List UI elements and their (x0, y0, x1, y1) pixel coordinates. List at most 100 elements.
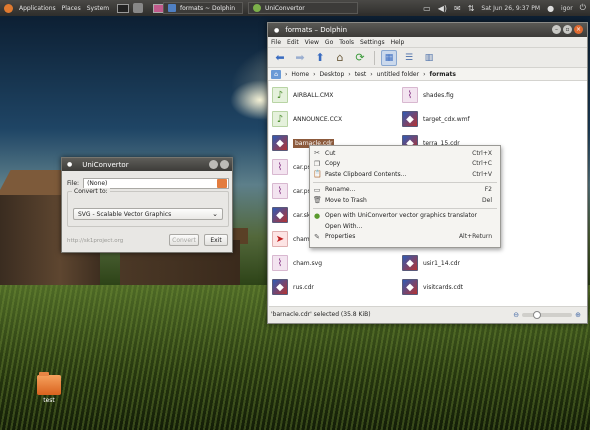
menu-item-move-to-trash[interactable]: 🗑 Move to Trash Del (310, 195, 500, 206)
menu-item-cut[interactable]: ✂ Cut Ctrl+X (310, 148, 500, 159)
menu-item-properties[interactable]: ✎ Properties Alt+Return (310, 232, 500, 243)
task-uniconvertor[interactable]: UniConvertor (248, 2, 358, 14)
breadcrumb-untitled-folder[interactable]: untitled folder (377, 71, 419, 78)
dolphin-titlebar[interactable]: ● formats – Dolphin – ▫ × (268, 23, 587, 37)
menu-item-label: Properties (325, 233, 356, 241)
dolphin-menubar: File Edit View Go Tools Settings Help (268, 37, 587, 48)
icons-view-icon[interactable]: ▦ (381, 49, 397, 66)
breadcrumb-home-icon[interactable]: ⌂ (271, 69, 281, 79)
file-item[interactable]: ♪ ANNOUNCE.CCX (272, 111, 342, 127)
mail-icon[interactable]: ✉ (454, 4, 461, 13)
breadcrumb-test[interactable]: test (355, 71, 367, 78)
file-item[interactable]: ⌇ car.ps (272, 159, 311, 175)
vector-file-icon: ⌇ (272, 255, 288, 271)
panel-menu-system[interactable]: System (87, 5, 109, 12)
panel-menu-applications[interactable]: Applications (19, 5, 56, 12)
details-view-icon[interactable]: ☰ (401, 50, 417, 66)
audio-file-icon: ♪ (272, 111, 288, 127)
menu-file[interactable]: File (271, 39, 281, 46)
exit-button[interactable]: Exit (204, 234, 228, 246)
power-icon[interactable]: ⏻ (580, 3, 586, 13)
trash-icon: 🗑 (313, 196, 322, 205)
file-item[interactable]: ◆ car.sk1 (272, 207, 314, 223)
file-item[interactable]: ◆ visitcards.cdt (402, 279, 463, 295)
user-name[interactable]: igor (561, 5, 573, 12)
back-icon[interactable]: ⬅ (272, 50, 288, 66)
home-icon[interactable]: ⌂ (332, 50, 348, 66)
menu-item-rename[interactable]: ▭ Rename... F2 (310, 185, 500, 196)
menu-edit[interactable]: Edit (287, 39, 299, 46)
user-icon[interactable]: ● (547, 4, 554, 13)
convert-button[interactable]: Convert (169, 234, 199, 246)
ubuntu-logo-icon[interactable] (4, 3, 13, 13)
updown-icon[interactable]: ⇅ (468, 4, 475, 13)
menu-item-paste[interactable]: 📋 Paste Clipboard Contents... Ctrl+V (310, 169, 500, 180)
task-dolphin[interactable]: formats ~ Dolphin (163, 2, 243, 14)
zoom-slider-handle[interactable] (533, 311, 542, 319)
up-icon[interactable]: ⬆ (312, 50, 328, 66)
file-item[interactable]: ◆ usir1_14.cdr (402, 255, 460, 271)
menu-help[interactable]: Help (391, 39, 405, 46)
file-item[interactable]: ⌇ cham.svg (272, 255, 322, 271)
menu-item-shortcut: Ctrl+V (472, 170, 492, 178)
clock[interactable]: Sat Jun 26, 9:37 PM (481, 5, 540, 12)
forward-icon[interactable]: ➡ (292, 50, 308, 66)
network-icon[interactable]: ▭ (423, 4, 431, 13)
file-item[interactable]: ♪ AIRBALL.CMX (272, 87, 333, 103)
file-name: AIRBALL.CMX (293, 91, 334, 99)
minimize-icon[interactable] (209, 160, 218, 169)
close-icon[interactable]: × (574, 25, 583, 34)
menu-item-open-with-uniconvertor[interactable]: ● Open with UniConvertor vector graphics… (310, 211, 500, 222)
menu-settings[interactable]: Settings (360, 39, 385, 46)
task-dolphin-label: formats ~ Dolphin (180, 4, 236, 12)
menu-item-shortcut: Alt+Return (458, 233, 492, 241)
context-menu: ✂ Cut Ctrl+X ❐ Copy Ctrl+C 📋 Paste Clipb… (309, 145, 501, 248)
zoom-out-icon[interactable]: ⊖ (513, 311, 519, 319)
image-file-icon: ◆ (402, 279, 418, 295)
copy-icon: ❐ (313, 159, 321, 168)
toolbar-separator (374, 50, 375, 65)
breadcrumb-sep-icon: › (313, 70, 316, 78)
minimize-icon[interactable]: – (552, 25, 561, 34)
columns-view-icon[interactable]: ▥ (421, 50, 437, 66)
menu-item-label: Open with UniConvertor vector graphics t… (325, 212, 477, 220)
file-item[interactable]: ◆ rus.cdr (272, 279, 314, 295)
uniconvertor-window: ● UniConvertor File: (None) Convert to: … (61, 157, 233, 253)
project-link[interactable]: http://sk1project.org (67, 238, 123, 244)
close-icon[interactable] (220, 160, 229, 169)
folder-icon (37, 372, 61, 395)
screenshot-launcher-icon[interactable] (133, 3, 144, 13)
zoom-in-icon[interactable]: ⊕ (575, 311, 581, 319)
uniconvertor-titlebar[interactable]: ● UniConvertor (62, 158, 232, 171)
file-item[interactable]: ◆ target_cdx.wmf (402, 111, 470, 127)
task-uniconvertor-label: UniConvertor (265, 4, 305, 12)
convert-to-label: Convert to: (72, 188, 110, 195)
menu-item-label: Move to Trash (325, 196, 367, 204)
format-select[interactable]: SVG - Scalable Vector Graphics ⌄ (73, 208, 223, 220)
file-label: File: (67, 180, 80, 187)
breadcrumb-home[interactable]: Home (291, 71, 309, 78)
desktop-folder[interactable]: test (34, 372, 64, 404)
menu-item-label: Rename... (325, 186, 356, 194)
menu-item-copy[interactable]: ❐ Copy Ctrl+C (310, 159, 500, 170)
uniconvertor-icon: ● (313, 211, 321, 220)
menu-view[interactable]: View (305, 39, 319, 46)
reload-icon[interactable]: ⟳ (352, 50, 368, 66)
menu-item-open-with[interactable]: Open With... (310, 221, 500, 232)
zoom-slider[interactable] (522, 311, 573, 319)
window-menu-icon[interactable]: ● (67, 161, 72, 168)
folder-open-icon[interactable] (217, 179, 227, 188)
menu-tools[interactable]: Tools (339, 39, 354, 46)
window-menu-icon[interactable]: ● (274, 27, 279, 34)
status-text: 'barnacle.cdr' selected (35.8 KiB) (271, 311, 371, 318)
volume-icon[interactable]: ◀) (438, 4, 447, 13)
vector-file-icon: ⌇ (272, 183, 288, 199)
panel-menu-places[interactable]: Places (62, 5, 81, 12)
terminal-launcher-icon[interactable] (117, 3, 130, 13)
breadcrumb-formats[interactable]: formats (430, 71, 456, 78)
breadcrumb-desktop[interactable]: Desktop (320, 71, 345, 78)
maximize-icon[interactable]: ▫ (563, 25, 572, 34)
menu-go[interactable]: Go (325, 39, 333, 46)
file-item[interactable]: ⌇ car.ps. (272, 183, 313, 199)
file-item[interactable]: ⌇ shades.fig (402, 87, 454, 103)
